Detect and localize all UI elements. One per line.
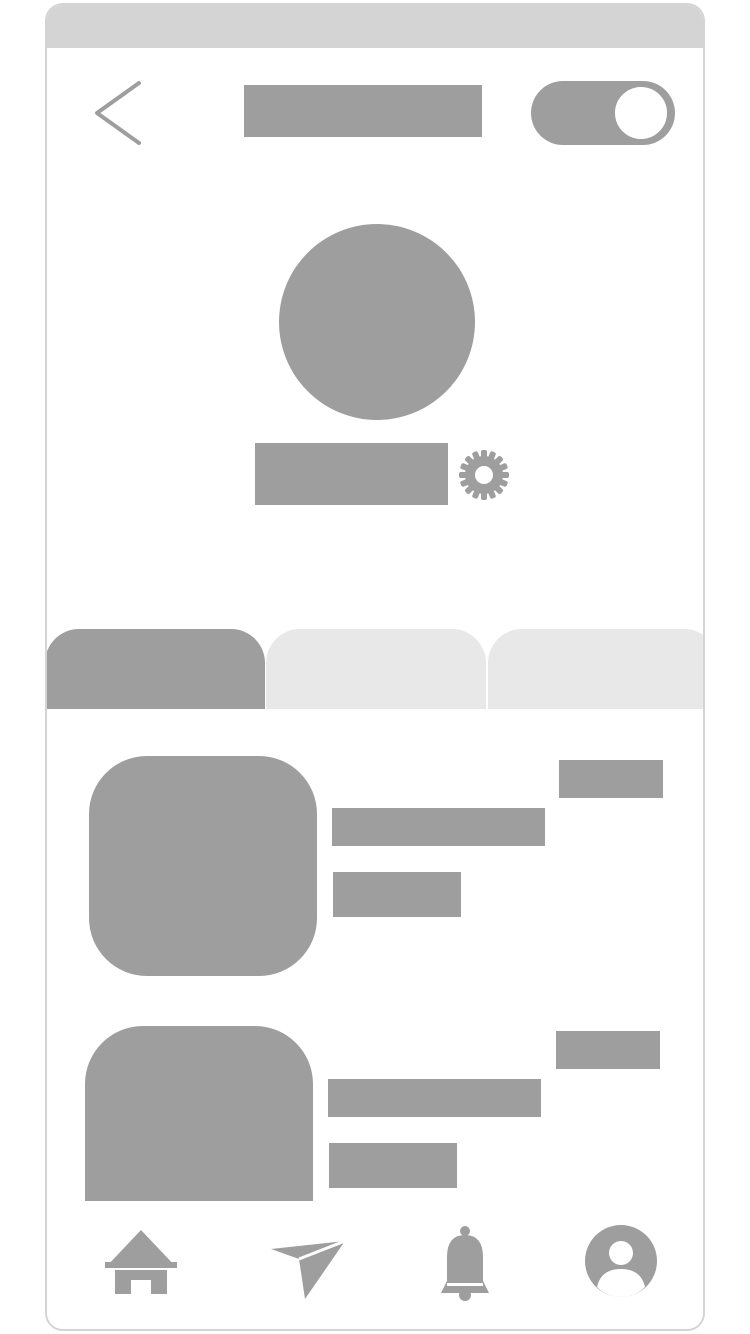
toggle-knob (611, 83, 671, 143)
item-meta (559, 760, 663, 798)
profile-settings-button[interactable] (457, 448, 511, 502)
send-icon (271, 1239, 346, 1299)
home-icon (97, 1230, 185, 1294)
list-item[interactable] (47, 1015, 703, 1201)
back-button[interactable] (87, 75, 147, 151)
item-thumbnail (89, 756, 317, 976)
nav-notifications[interactable] (437, 1225, 493, 1301)
item-title (328, 1079, 541, 1117)
item-subtitle (333, 872, 461, 917)
list-item[interactable] (47, 745, 703, 985)
toggle-switch[interactable] (529, 79, 677, 147)
nav-home[interactable] (97, 1226, 185, 1298)
page-title (244, 85, 482, 137)
chevron-left-icon (95, 81, 141, 145)
avatar (279, 224, 475, 420)
phone-frame (45, 3, 705, 1331)
status-bar (47, 5, 703, 48)
item-meta (556, 1031, 660, 1069)
user-icon (585, 1225, 657, 1297)
tab-2[interactable] (266, 629, 486, 709)
item-subtitle (329, 1143, 457, 1188)
tab-3[interactable] (488, 629, 703, 709)
bottom-nav (47, 1201, 703, 1329)
item-title (332, 808, 545, 846)
tab-1[interactable] (47, 629, 265, 709)
nav-send[interactable] (269, 1231, 349, 1299)
profile-name (255, 443, 448, 505)
nav-profile[interactable] (583, 1225, 659, 1301)
bell-icon (441, 1226, 489, 1301)
gear-icon (459, 450, 509, 500)
item-thumbnail (85, 1026, 313, 1201)
